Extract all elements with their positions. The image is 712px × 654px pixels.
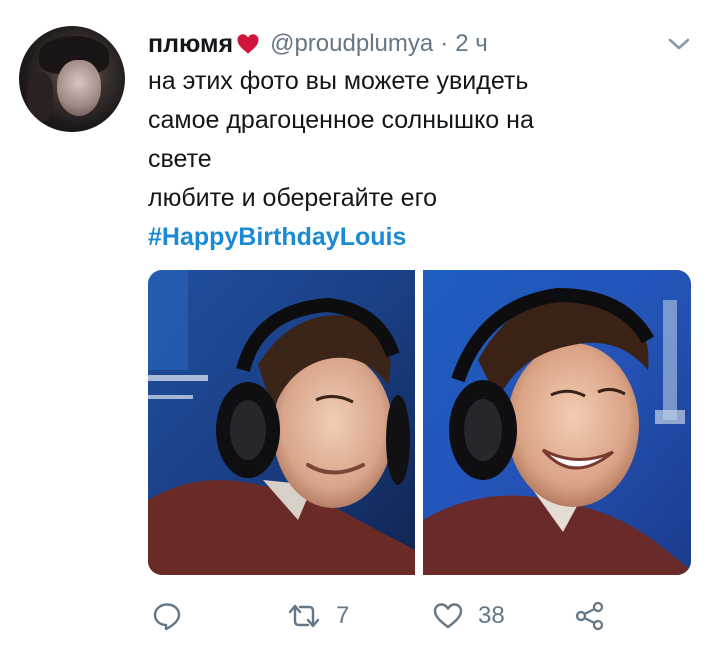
tweet-text-line: самое драгоценное солнышко на	[148, 106, 534, 134]
reply-button[interactable]	[152, 596, 182, 636]
tweet-header: плюмя @proudplumya · 2 ч	[148, 27, 488, 61]
tweet-text: на этих фото вы можете увидеть самое дра…	[148, 62, 688, 257]
timestamp[interactable]: 2 ч	[455, 30, 488, 58]
tweet-text-line: свете	[148, 145, 212, 173]
retweet-icon	[286, 601, 322, 631]
hashtag-link[interactable]: #HappyBirthdayLouis	[148, 218, 688, 257]
like-icon	[432, 601, 464, 631]
retweet-button[interactable]: 7	[286, 596, 349, 636]
tweet-text-line: любите и оберегайте его	[148, 184, 438, 212]
retweet-count: 7	[336, 602, 350, 629]
chevron-down-icon[interactable]	[665, 32, 693, 56]
like-count: 38	[478, 602, 505, 629]
handle[interactable]: @proudplumya	[270, 30, 433, 58]
media-grid	[148, 270, 691, 575]
tweet-text-line: на этих фото вы можете увидеть	[148, 67, 529, 95]
share-icon	[574, 600, 606, 632]
display-name[interactable]: плюмя	[148, 30, 233, 59]
photo-right[interactable]	[423, 270, 691, 575]
avatar[interactable]	[19, 26, 125, 132]
like-button[interactable]: 38	[432, 596, 505, 636]
photo-left[interactable]	[148, 270, 415, 575]
tweet-actions: 7 38	[148, 596, 618, 636]
tweet[interactable]: плюмя @proudplumya · 2 ч на этих фото вы…	[0, 0, 712, 654]
separator-dot: ·	[440, 30, 449, 57]
heart-icon	[236, 32, 260, 56]
share-button[interactable]	[574, 596, 606, 636]
reply-icon	[152, 601, 182, 631]
